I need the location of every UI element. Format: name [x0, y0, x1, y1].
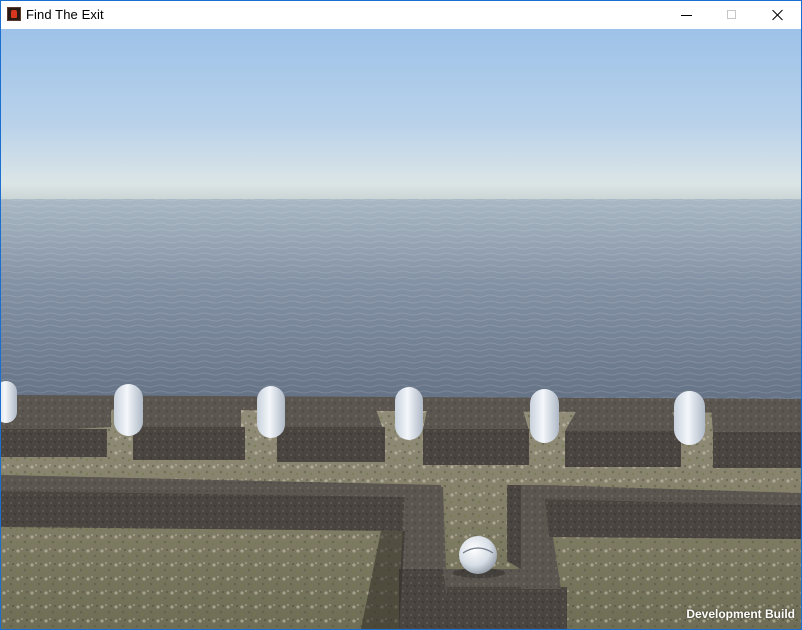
unity-player-icon [7, 7, 21, 21]
game-scene[interactable] [1, 29, 801, 629]
minimize-button[interactable] [663, 1, 709, 29]
sky [1, 29, 801, 201]
capsule [674, 391, 705, 445]
capsule [530, 389, 559, 443]
maximize-icon [727, 10, 736, 19]
capsule [1, 381, 17, 423]
title-bar[interactable]: Find The Exit [1, 1, 801, 29]
capsule [114, 384, 143, 436]
maximize-button[interactable] [709, 1, 755, 29]
player-ball [459, 536, 497, 574]
capsule [395, 387, 423, 440]
game-window: Find The Exit Development Build [0, 0, 802, 630]
capsule [257, 386, 285, 438]
game-viewport[interactable]: Development Build [1, 29, 801, 629]
close-icon [772, 9, 784, 21]
close-button[interactable] [755, 1, 801, 29]
window-title: Find The Exit [26, 7, 104, 22]
minimize-icon [681, 15, 692, 16]
development-build-label: Development Build [686, 607, 795, 621]
